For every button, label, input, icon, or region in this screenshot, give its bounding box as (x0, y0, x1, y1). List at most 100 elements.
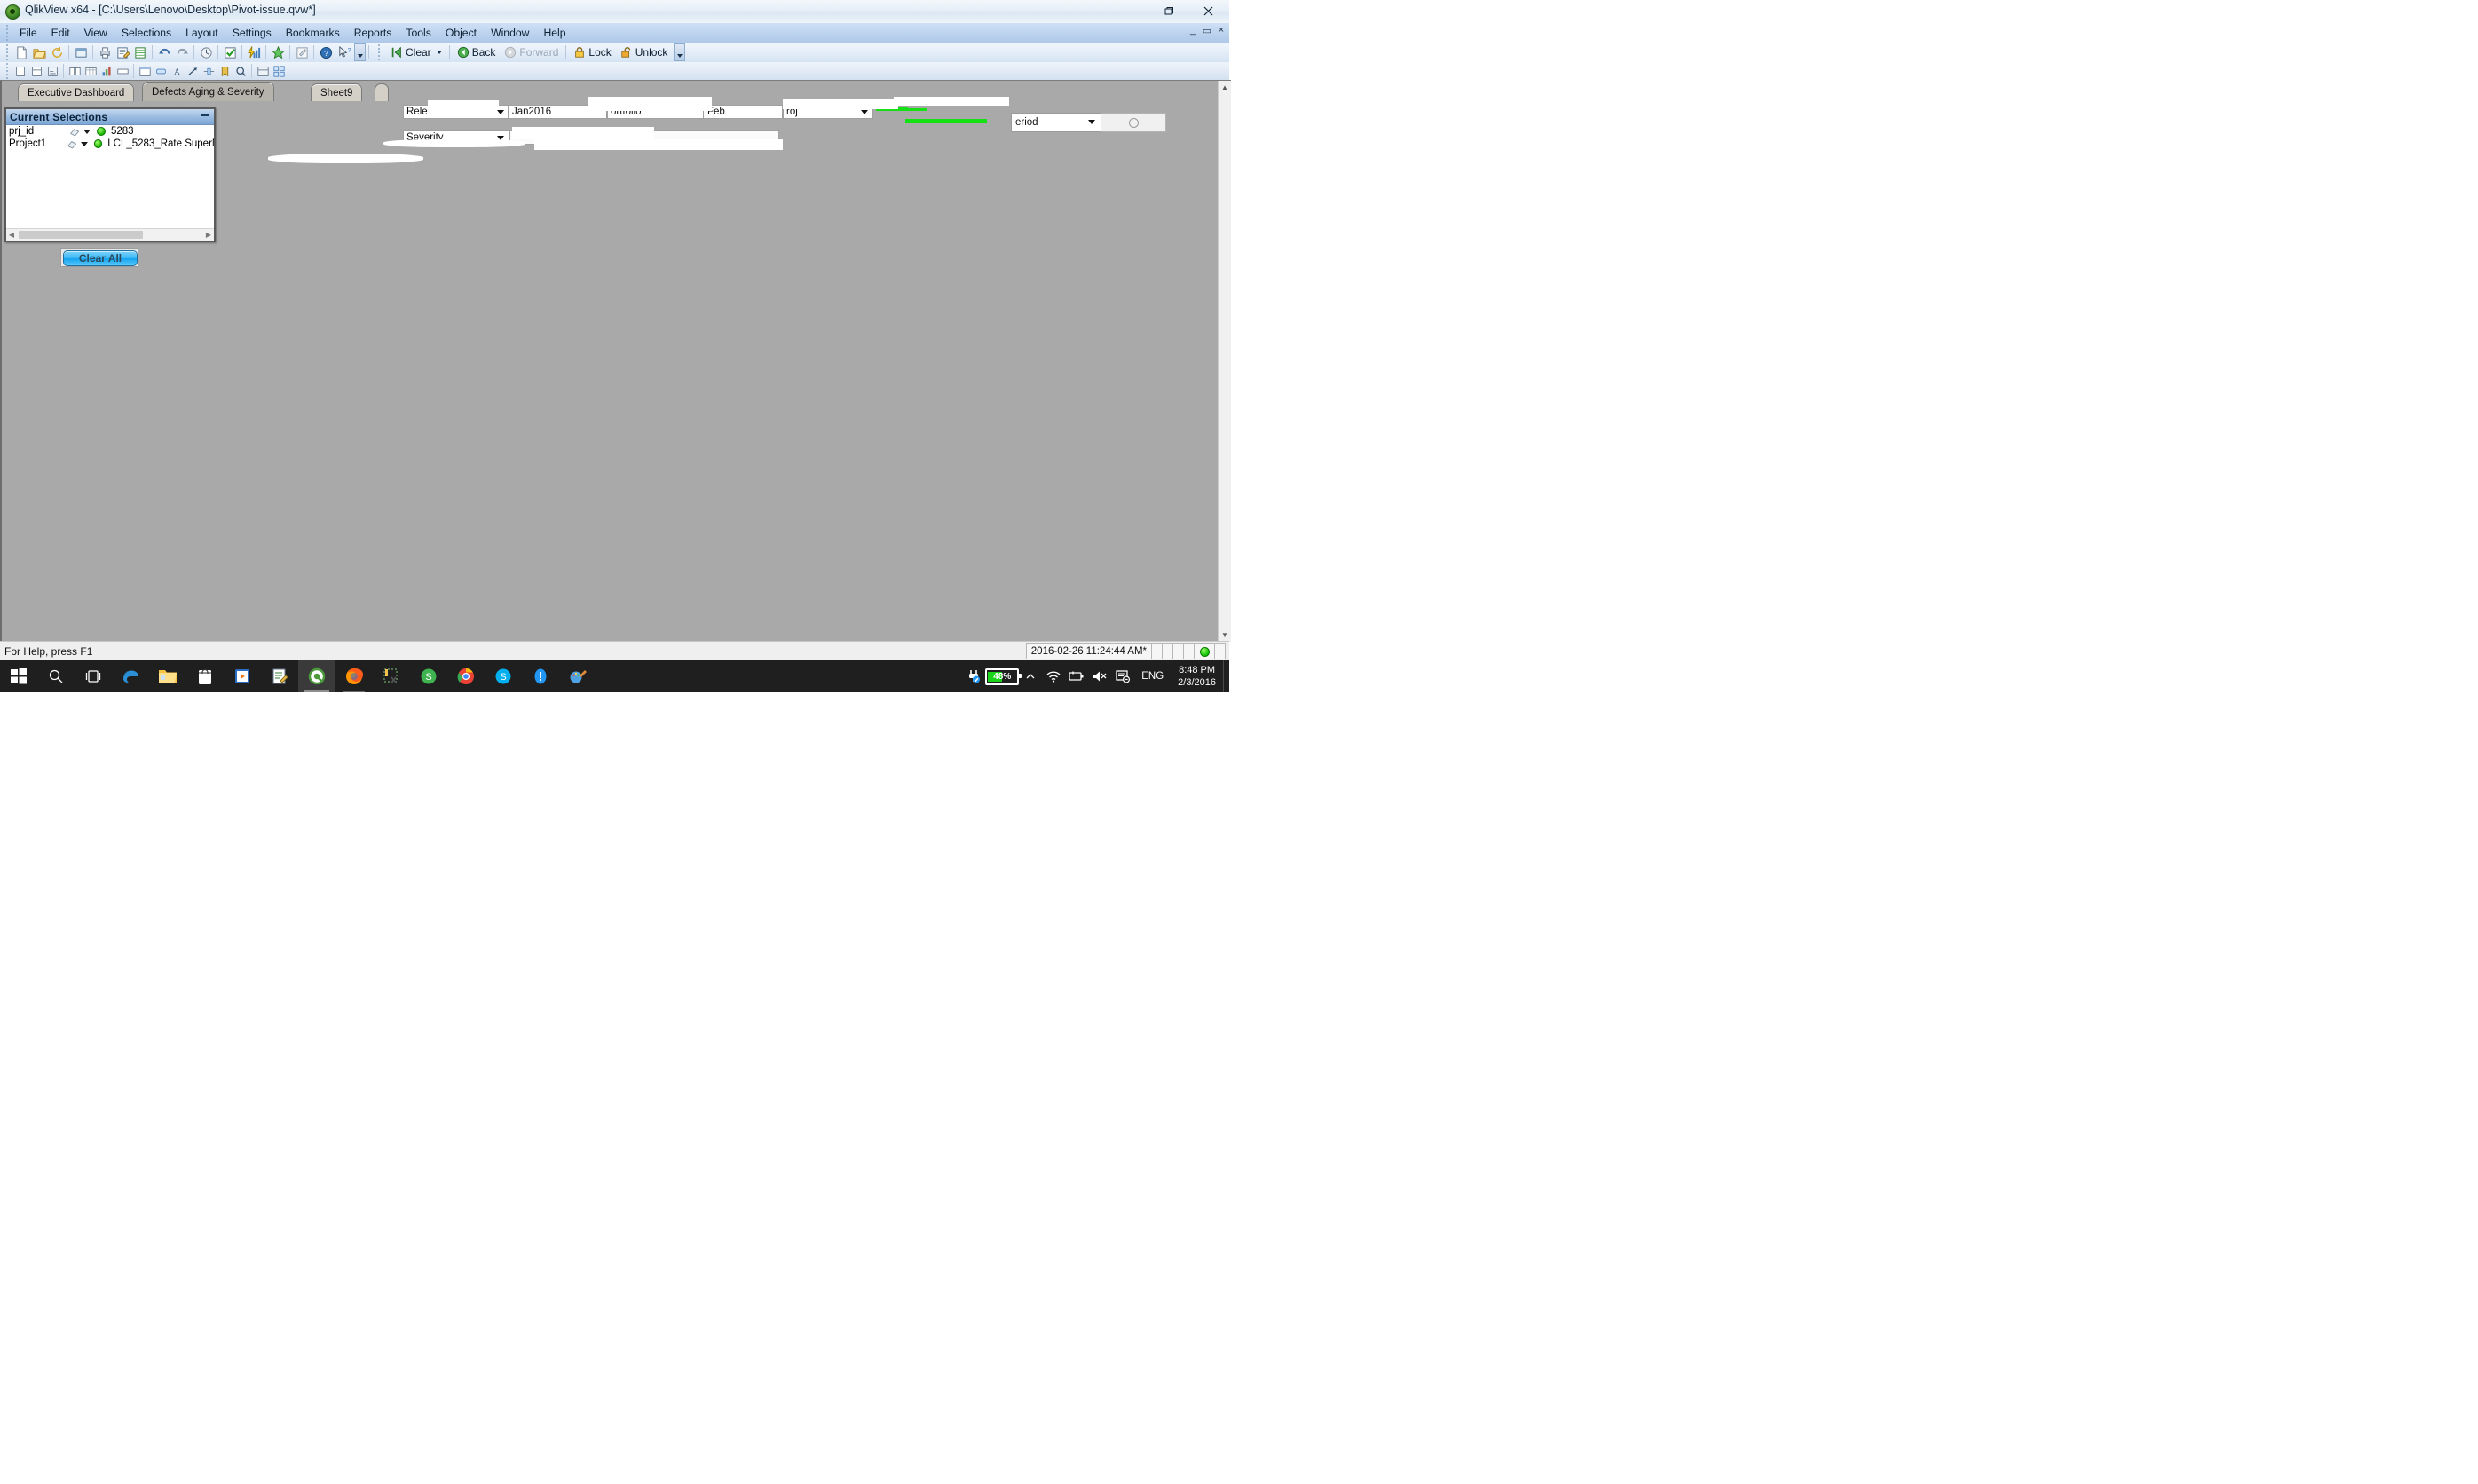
media-player-icon[interactable] (224, 660, 261, 692)
horizontal-scrollbar[interactable]: ◀ ▶ (6, 228, 214, 241)
list-box-icon[interactable] (29, 64, 43, 78)
clock-icon[interactable] (198, 44, 214, 60)
current-selections-box[interactable]: Current Selections prj_id 5283 Project1 (4, 107, 216, 242)
menu-tools[interactable]: Tools (399, 25, 438, 41)
scroll-down-icon[interactable]: ▼ (1219, 628, 1231, 642)
table-viewer-icon[interactable] (132, 44, 148, 60)
chevron-down-icon[interactable] (83, 129, 91, 134)
menu-reports[interactable]: Reports (347, 25, 399, 41)
language-indicator[interactable]: ENG (1134, 671, 1171, 682)
minimize-button[interactable] (1110, 1, 1149, 20)
scrollbar-thumb[interactable] (19, 231, 143, 239)
menu-help[interactable]: Help (536, 25, 572, 41)
undo-icon[interactable] (156, 44, 172, 60)
menu-bookmarks[interactable]: Bookmarks (279, 25, 347, 41)
document-restore-button[interactable]: ▭ (1201, 25, 1213, 36)
input-box-icon[interactable] (115, 64, 130, 78)
close-button[interactable] (1188, 1, 1227, 20)
menu-window[interactable]: Window (484, 25, 536, 41)
new-document-icon[interactable] (13, 44, 29, 60)
power-plug-icon[interactable] (962, 660, 985, 692)
clear-all-button[interactable]: Clear All (60, 248, 138, 267)
sheet-tab-placeholder[interactable] (375, 83, 389, 101)
slider-object-icon[interactable] (201, 64, 216, 78)
info-icon[interactable] (522, 660, 559, 692)
chevron-down-icon[interactable] (1088, 120, 1095, 124)
bookmark-object-icon[interactable] (217, 64, 232, 78)
menu-settings[interactable]: Settings (225, 25, 279, 41)
eraser-icon[interactable] (67, 139, 78, 149)
menu-edit[interactable]: Edit (44, 25, 77, 41)
notepad-icon[interactable] (261, 660, 298, 692)
chevron-down-icon[interactable] (497, 109, 504, 114)
check-select-icon[interactable] (222, 44, 238, 60)
edit-script-icon[interactable] (114, 44, 130, 60)
show-desktop-button[interactable] (1223, 660, 1229, 692)
vertical-scrollbar[interactable]: ▲ ▼ (1218, 81, 1231, 642)
qlikview-icon[interactable] (298, 660, 335, 692)
severity-filter[interactable]: Severity (403, 130, 509, 145)
scroll-left-icon[interactable]: ◀ (6, 230, 17, 240)
selection-toolbar-overflow-button[interactable] (674, 43, 686, 61)
selection-toolbar-grip[interactable] (375, 44, 383, 60)
toolbar-grip-handle[interactable] (3, 44, 11, 60)
task-view-icon[interactable] (75, 660, 112, 692)
chrome-icon[interactable] (447, 660, 485, 692)
release-filter-value[interactable]: Jan2016 (508, 105, 607, 119)
restore-button[interactable] (1149, 1, 1188, 20)
button-object-icon[interactable] (154, 64, 168, 78)
grid-layout-icon[interactable] (272, 64, 286, 78)
favorite-star-icon[interactable] (270, 44, 286, 60)
clear-button[interactable]: Clear (386, 45, 446, 59)
paint-icon[interactable] (559, 660, 596, 692)
toolbar-overflow-button[interactable] (354, 43, 366, 61)
chart-bolt-icon[interactable] (246, 44, 262, 60)
table-row[interactable]: prj_id 5283 (6, 125, 214, 138)
redo-icon[interactable] (174, 44, 190, 60)
edge-icon[interactable] (112, 660, 149, 692)
period-filter[interactable]: eriod (1011, 113, 1101, 132)
start-button[interactable] (0, 660, 37, 692)
table-box-icon[interactable] (83, 64, 98, 78)
sheet-tab-executive-dashboard[interactable]: Executive Dashboard (18, 83, 135, 101)
skype-business-icon[interactable]: S (410, 660, 447, 692)
search-icon[interactable] (37, 660, 75, 692)
chevron-down-icon[interactable] (497, 135, 504, 140)
battery-status-icon[interactable] (1065, 660, 1088, 692)
menu-file[interactable]: File (12, 25, 44, 41)
open-document-icon[interactable] (31, 44, 47, 60)
annotate-icon[interactable] (294, 44, 310, 60)
reload-icon[interactable] (49, 44, 65, 60)
minimize-icon[interactable] (201, 114, 209, 116)
volume-muted-icon[interactable] (1088, 660, 1111, 692)
firefox-icon[interactable] (335, 660, 373, 692)
show-hidden-icons-chevron-up-icon[interactable] (1019, 660, 1042, 692)
battery-indicator[interactable]: 48% (985, 667, 1022, 685)
taskbar-clock[interactable]: 8:48 PM 2/3/2016 (1171, 664, 1223, 689)
menu-layout[interactable]: Layout (178, 25, 225, 41)
portfolio-filter[interactable]: ortfolio (607, 105, 705, 119)
document-minimize-button[interactable]: _ (1187, 25, 1199, 36)
search-object-icon[interactable] (233, 64, 248, 78)
type-filter[interactable]: ype (509, 130, 779, 145)
store-icon[interactable] (186, 660, 224, 692)
file-explorer-icon[interactable] (149, 660, 186, 692)
chevron-down-icon[interactable] (436, 51, 442, 54)
container-object-icon[interactable] (256, 64, 270, 78)
sheet-properties-icon[interactable] (73, 44, 89, 60)
release-filter[interactable]: Rele (403, 105, 509, 119)
skype-icon[interactable]: S (485, 660, 522, 692)
scrollbar-track[interactable] (17, 231, 203, 239)
portfolio-filter-value[interactable]: Feb (703, 105, 783, 119)
help-icon[interactable]: ? (318, 44, 334, 60)
project-filter[interactable]: roj (783, 105, 873, 119)
scroll-up-icon[interactable]: ▲ (1219, 81, 1231, 94)
menu-object[interactable]: Object (438, 25, 484, 41)
unlock-button[interactable]: Unlock (616, 45, 673, 59)
action-center-icon[interactable] (1111, 660, 1134, 692)
new-sheet-icon[interactable] (13, 64, 28, 78)
sheet-tab-sheet9[interactable]: Sheet9 (311, 83, 363, 101)
eraser-icon[interactable] (69, 127, 81, 137)
table-row[interactable]: Project1 LCL_5283_Rate SuperN (6, 138, 214, 150)
menu-selections[interactable]: Selections (114, 25, 178, 41)
